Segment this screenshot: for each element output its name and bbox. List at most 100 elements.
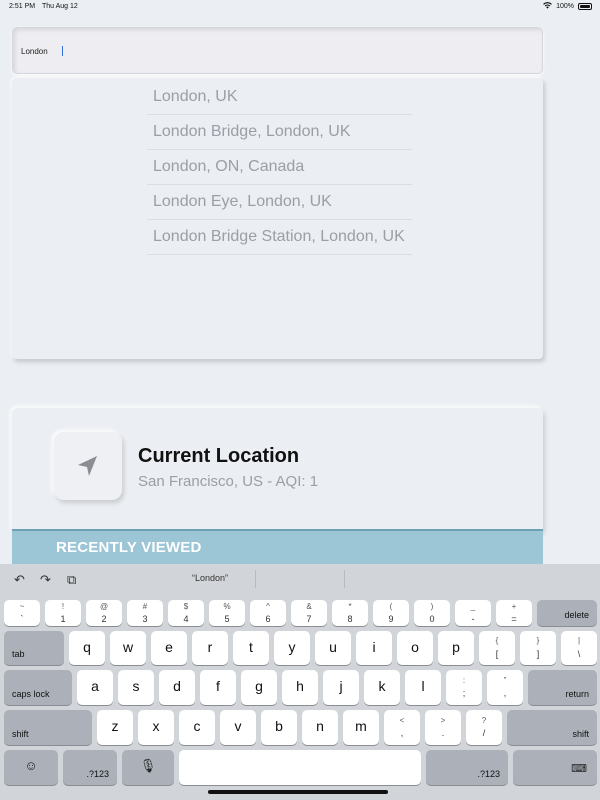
key[interactable]: h: [282, 670, 318, 705]
suggestion-item[interactable]: London Bridge, London, UK: [147, 115, 412, 150]
status-bar: 2:51 PM Thu Aug 12 100%: [0, 0, 600, 14]
key-label: q: [83, 639, 91, 655]
key[interactable]: <,: [384, 710, 420, 745]
key[interactable]: ? /: [466, 710, 502, 745]
key[interactable]: i: [356, 631, 392, 665]
key[interactable]: x: [138, 710, 174, 745]
key[interactable]: a: [77, 670, 113, 705]
key[interactable]: }]: [520, 631, 556, 665]
key-bottom: ;: [462, 688, 466, 698]
key[interactable]: ) 0: [414, 600, 450, 626]
home-indicator[interactable]: [208, 790, 388, 794]
key[interactable]: f: [200, 670, 236, 705]
key[interactable]: _ -: [455, 600, 491, 626]
key-label: t: [249, 639, 253, 655]
key-label: f: [216, 678, 220, 694]
key-label: v: [234, 718, 242, 734]
key[interactable]: o: [397, 631, 433, 665]
key[interactable]: {[: [479, 631, 515, 665]
key-bottom: 5: [224, 614, 230, 624]
key[interactable]: % 5: [209, 600, 245, 626]
suggestion-item[interactable]: London, UK: [147, 80, 412, 115]
key-top: (: [389, 602, 393, 611]
suggestion-item[interactable]: London Eye, London, UK: [147, 185, 412, 220]
key[interactable]: n: [302, 710, 338, 745]
key[interactable]: w: [110, 631, 146, 665]
return-key[interactable]: return: [528, 670, 597, 705]
undo-icon[interactable]: ↶: [14, 572, 25, 588]
key[interactable]: | \: [561, 631, 597, 665]
microphone-icon: 🎙: [139, 758, 157, 773]
key[interactable]: t: [233, 631, 269, 665]
caps-lock-key[interactable]: caps lock: [4, 670, 72, 705]
key-label: k: [378, 678, 386, 694]
delete-key[interactable]: delete: [537, 600, 597, 626]
search-input[interactable]: [21, 41, 521, 61]
key-bottom: 1: [60, 614, 66, 624]
location-icon-button[interactable]: [54, 432, 122, 500]
key[interactable]: d: [159, 670, 195, 705]
key[interactable]: ”,: [487, 670, 523, 705]
numbers-key[interactable]: .?123: [63, 750, 117, 785]
key[interactable]: r: [192, 631, 228, 665]
keyboard-hide-icon: ⌨: [571, 763, 587, 775]
delete-label: delete: [564, 610, 589, 620]
dictation-key[interactable]: 🎙: [122, 750, 174, 785]
current-location-subtitle: San Francisco, US - AQI: 1: [138, 473, 319, 490]
key-label: l: [421, 678, 425, 694]
key[interactable]: g: [241, 670, 277, 705]
prediction-suggestion[interactable]: “London”: [140, 573, 280, 583]
key[interactable]: ~ `: [4, 600, 40, 626]
key[interactable]: @2: [86, 600, 122, 626]
key[interactable]: & 7: [291, 600, 327, 626]
key-label: h: [296, 678, 304, 694]
key[interactable]: (9: [373, 600, 409, 626]
key[interactable]: z: [97, 710, 133, 745]
key[interactable]: + =: [496, 600, 532, 626]
current-location-card[interactable]: Current Location San Francisco, US - AQI…: [12, 408, 543, 533]
key[interactable]: #3: [127, 600, 163, 626]
key[interactable]: q: [69, 631, 105, 665]
redo-icon[interactable]: ↷: [40, 572, 51, 588]
key[interactable]: y: [274, 631, 310, 665]
key[interactable]: u: [315, 631, 351, 665]
suggestion-item[interactable]: London Bridge Station, London, UK: [147, 220, 412, 255]
key[interactable]: k: [364, 670, 400, 705]
key-label: n: [316, 718, 324, 734]
search-box[interactable]: [12, 27, 543, 74]
key-bottom: [: [495, 649, 499, 659]
key[interactable]: >.: [425, 710, 461, 745]
emoji-key[interactable]: ☺: [4, 750, 58, 785]
return-label: return: [565, 689, 589, 699]
key-top: !: [61, 602, 65, 611]
tab-key[interactable]: tab: [4, 631, 64, 665]
key[interactable]: :;: [446, 670, 482, 705]
suggestion-item[interactable]: London, ON, Canada: [147, 150, 412, 185]
key[interactable]: ^ 6: [250, 600, 286, 626]
shift-left-key[interactable]: shift: [4, 710, 92, 745]
on-screen-keyboard: ↶ ↷ ⧉ “London” ~ ` ! 1 @2 #3 $4 % 5 ^ 6 & 7 *…: [0, 564, 600, 800]
key[interactable]: * 8: [332, 600, 368, 626]
shift-right-key[interactable]: shift: [507, 710, 597, 745]
key-top: +: [511, 602, 517, 611]
key[interactable]: s: [118, 670, 154, 705]
hide-keyboard-key[interactable]: ⌨: [513, 750, 597, 785]
key[interactable]: m: [343, 710, 379, 745]
key-top: }: [536, 636, 540, 645]
key-label: p: [452, 639, 460, 655]
key[interactable]: $4: [168, 600, 204, 626]
key[interactable]: c: [179, 710, 215, 745]
key[interactable]: v: [220, 710, 256, 745]
key[interactable]: j: [323, 670, 359, 705]
numbers-key-right[interactable]: .?123: [426, 750, 508, 785]
key[interactable]: l: [405, 670, 441, 705]
key[interactable]: b: [261, 710, 297, 745]
space-key[interactable]: [179, 750, 421, 785]
paste-icon[interactable]: ⧉: [67, 572, 76, 588]
key-bottom: .: [441, 728, 445, 738]
key[interactable]: e: [151, 631, 187, 665]
key-label: u: [329, 639, 337, 655]
key[interactable]: p: [438, 631, 474, 665]
key[interactable]: ! 1: [45, 600, 81, 626]
numbers-key-label: .?123: [477, 769, 500, 779]
